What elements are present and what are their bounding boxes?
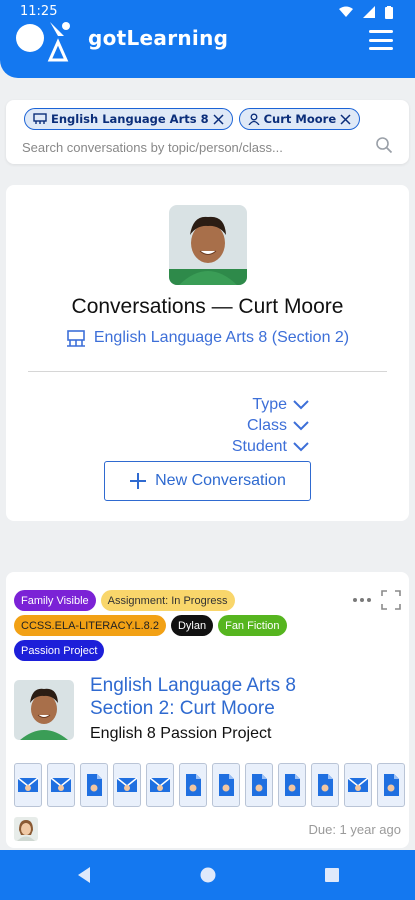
chip-student-label: Curt Moore (263, 112, 337, 126)
filter-type[interactable]: Type (252, 395, 309, 414)
chevron-down-icon (293, 420, 309, 430)
hamburger-menu-icon[interactable] (369, 30, 393, 50)
classroom-icon (66, 330, 85, 347)
student-avatar (169, 205, 247, 285)
new-conversation-button[interactable]: New Conversation (104, 461, 311, 501)
tag-list: Family Visible Assignment: In Progress CCS… (14, 590, 344, 661)
back-icon[interactable] (72, 863, 96, 887)
document-attachment-icon (87, 774, 102, 796)
document-attachment-icon (318, 774, 333, 796)
card-tools (353, 590, 401, 610)
gotlearning-logo-icon (14, 12, 78, 64)
wifi-icon (339, 6, 353, 17)
attachment-thumbnail[interactable] (278, 763, 306, 807)
filter-class[interactable]: Class (247, 416, 309, 435)
conversation-title-line1: English Language Arts 8 (90, 675, 296, 696)
attachment-thumbnail[interactable] (311, 763, 339, 807)
document-attachment-icon (219, 774, 234, 796)
conversation-title[interactable]: English Language Arts 8 Section 2: Curt … (90, 674, 390, 720)
chip-student[interactable]: Curt Moore (238, 108, 361, 130)
document-attachment-icon (186, 774, 201, 796)
conversation-title-line2: Section 2: Curt Moore (90, 698, 275, 719)
page-title: Conversations — Curt Moore (71, 295, 344, 318)
search-input[interactable] (22, 136, 362, 158)
tag-badge[interactable]: CCSS.ELA-LITERACY.L.8.2 (14, 615, 166, 636)
new-conversation-label: New Conversation (155, 472, 286, 489)
filter-student-label: Student (231, 437, 287, 455)
chevron-down-icon (293, 399, 309, 409)
attachment-thumbnail[interactable] (212, 763, 240, 807)
search-icon[interactable] (375, 136, 393, 154)
attachment-thumbnail[interactable] (377, 763, 405, 807)
document-attachment-icon (384, 774, 399, 796)
tag-badge[interactable]: Family Visible (14, 590, 96, 611)
close-icon[interactable] (213, 113, 224, 125)
recents-icon[interactable] (320, 863, 344, 887)
filter-dropdowns: Type Class Student (232, 395, 309, 456)
class-link-label: English Language Arts 8 (Section 2) (93, 329, 350, 346)
attachment-thumbnail[interactable] (113, 763, 141, 807)
chip-class[interactable]: English Language Arts 8 (24, 108, 233, 130)
close-icon[interactable] (340, 113, 351, 125)
battery-icon (385, 6, 393, 19)
brand[interactable]: gotLearning (14, 12, 228, 64)
person-icon (248, 113, 260, 125)
conversation-subtitle: English 8 Passion Project (90, 725, 272, 742)
tag-badge[interactable]: Dylan (170, 615, 214, 636)
email-attachment-icon (347, 777, 369, 792)
filter-class-label: Class (246, 416, 287, 434)
plus-icon (130, 473, 147, 489)
search-card: English Language Arts 8 Curt Moore (6, 100, 409, 164)
conversation-card[interactable]: Family Visible Assignment: In Progress CCS… (6, 572, 409, 848)
due-date: Due: 1 year ago (308, 822, 401, 837)
attachment-thumbnail[interactable] (179, 763, 207, 807)
email-attachment-icon (116, 777, 138, 792)
system-nav-bar (0, 850, 415, 900)
chip-class-label: English Language Arts 8 (51, 112, 209, 126)
email-attachment-icon (50, 777, 72, 792)
tag-badge[interactable]: Assignment: In Progress (100, 590, 235, 611)
attachment-thumbnail[interactable] (146, 763, 174, 807)
conversations-header-card: Conversations — Curt Moore English Langu… (6, 185, 409, 521)
home-icon[interactable] (196, 863, 220, 887)
attachment-thumbnail[interactable] (47, 763, 75, 807)
tag-badge[interactable]: Fan Fiction (218, 615, 287, 636)
more-options-icon[interactable] (353, 598, 371, 602)
divider (28, 371, 387, 372)
filter-student[interactable]: Student (232, 437, 309, 456)
attachment-thumbnail[interactable] (14, 763, 42, 807)
status-icons (339, 6, 393, 19)
expand-icon[interactable] (381, 590, 401, 610)
classroom-icon (33, 113, 47, 124)
class-link[interactable]: English Language Arts 8 (Section 2) (6, 329, 409, 347)
app-header: 11:25 gotLearning (0, 0, 415, 78)
chevron-down-icon (293, 441, 309, 451)
brand-name: gotLearning (88, 26, 229, 50)
email-attachment-icon (149, 777, 171, 792)
attachment-thumbnail[interactable] (344, 763, 372, 807)
signal-icon (363, 6, 375, 18)
filter-chips: English Language Arts 8 Curt Moore (24, 108, 361, 130)
tag-badge[interactable]: Passion Project (14, 640, 105, 661)
attachment-list (14, 763, 405, 807)
document-attachment-icon (252, 774, 267, 796)
document-attachment-icon (285, 774, 300, 796)
attachment-thumbnail[interactable] (80, 763, 108, 807)
email-attachment-icon (17, 777, 39, 792)
student-avatar (14, 680, 74, 740)
attachment-thumbnail[interactable] (245, 763, 273, 807)
filter-type-label: Type (252, 395, 287, 413)
teacher-avatar (14, 817, 38, 841)
